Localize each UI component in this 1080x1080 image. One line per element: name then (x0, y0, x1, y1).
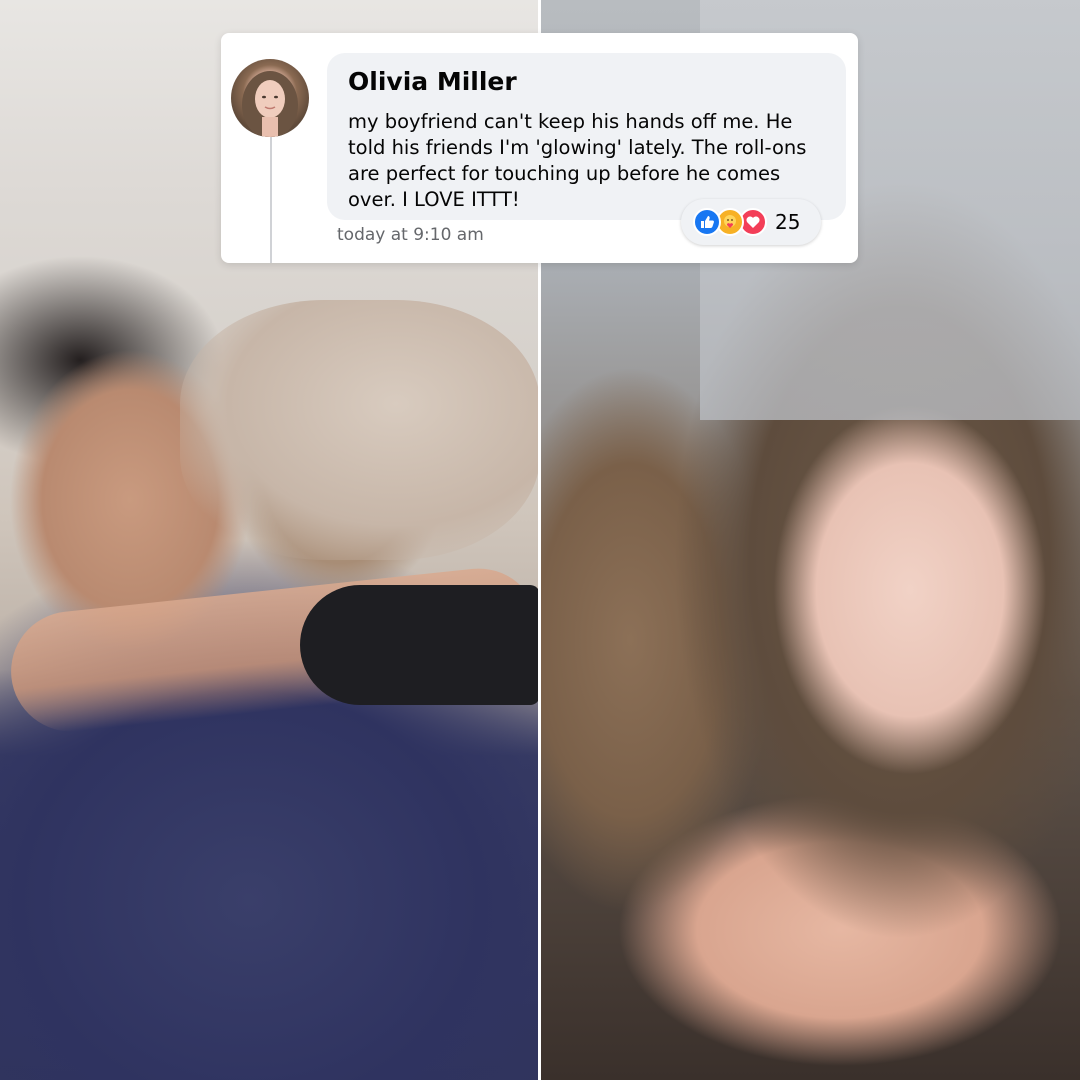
avatar[interactable] (231, 59, 309, 137)
sleeve-shape (300, 585, 540, 705)
thread-line (270, 133, 272, 263)
pillow-shape (180, 300, 540, 560)
like-icon (693, 208, 721, 236)
reaction-count: 25 (775, 210, 801, 234)
avatar-portrait-icon (242, 71, 298, 137)
comment-text: my boyfriend can't keep his hands off me… (348, 110, 807, 211)
post-image: Olivia Miller my boyfriend can't keep hi… (0, 0, 1080, 1080)
reactions-summary[interactable]: 25 (681, 199, 821, 245)
comment-author[interactable]: Olivia Miller (348, 67, 517, 96)
comment-bubble: Olivia Miller my boyfriend can't keep hi… (327, 53, 846, 220)
comment-card: Olivia Miller my boyfriend can't keep hi… (221, 33, 858, 263)
comment-timestamp[interactable]: today at 9:10 am (337, 225, 484, 245)
